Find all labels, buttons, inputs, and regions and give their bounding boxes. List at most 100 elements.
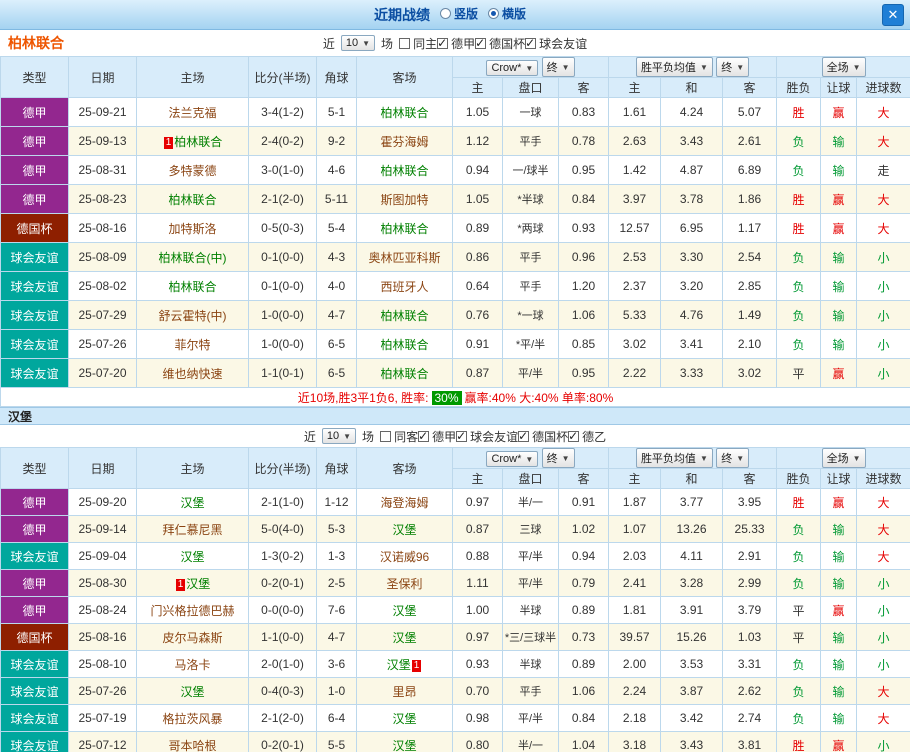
result-cell: 负 <box>776 126 822 156</box>
filter-checkbox[interactable]: 德甲 <box>437 35 475 52</box>
away-team-name[interactable]: 柏林联合 <box>380 106 428 120</box>
home-team-cell: 汉堡 <box>136 677 249 705</box>
goals-result-cell: 走 <box>856 155 910 185</box>
match-count-select[interactable]: 10 ▼ <box>340 35 376 51</box>
eu-home-odds: 2.53 <box>608 242 662 272</box>
filter-checkbox[interactable]: 球会友谊 <box>456 428 518 445</box>
home-team-name[interactable]: 汉堡 <box>180 496 204 510</box>
away-team-name[interactable]: 汉堡 <box>392 523 416 537</box>
filter-checkbox[interactable]: 同客 <box>380 428 418 445</box>
asia-handicap: 平/半 <box>502 542 559 570</box>
away-team-name[interactable]: 汉堡 <box>387 658 411 672</box>
eu-away-odds: 3.95 <box>722 488 778 516</box>
competition-badge: 德甲 <box>0 515 69 543</box>
layout-radio[interactable]: 竖版 <box>439 5 478 22</box>
col-header-home: 主场 <box>136 447 249 489</box>
home-team-name[interactable]: 马洛卡 <box>174 658 210 672</box>
checkbox-icon <box>380 430 392 442</box>
eu-away-odds: 6.89 <box>722 155 778 185</box>
away-team-name[interactable]: 奥林匹亚科斯 <box>368 251 440 265</box>
eu-draw-odds: 3.43 <box>660 731 724 752</box>
asia-final-select[interactable]: 终 ▼ <box>541 57 575 77</box>
home-team-name[interactable]: 拜仁慕尼黑 <box>162 523 222 537</box>
eu-draw-odds: 6.95 <box>660 213 724 243</box>
match-row: 德甲 25-09-14 拜仁慕尼黑 5-0(4-0) 5-3 汉堡 0.87 三… <box>0 515 910 543</box>
filter-checkbox[interactable]: 德乙 <box>568 428 606 445</box>
away-team-name[interactable]: 汉堡 <box>392 631 416 645</box>
euro-final-select[interactable]: 终 ▼ <box>716 57 750 77</box>
bookmaker-select[interactable]: Crow* ▼ <box>486 60 539 76</box>
away-team-name[interactable]: 柏林联合 <box>380 338 428 352</box>
score-cell: 2-0(1-0) <box>248 650 317 678</box>
bookmaker-select[interactable]: Crow* ▼ <box>486 451 539 467</box>
close-button[interactable]: ✕ <box>882 4 904 26</box>
away-team-name[interactable]: 斯图加特 <box>380 193 428 207</box>
away-team-name[interactable]: 圣保利 <box>386 577 422 591</box>
asia-final-select[interactable]: 终 ▼ <box>541 448 575 468</box>
away-team-cell: 奥林匹亚科斯 <box>356 242 453 272</box>
home-team-name[interactable]: 汉堡 <box>180 685 204 699</box>
away-team-name[interactable]: 柏林联合 <box>380 222 428 236</box>
filter-checkbox[interactable]: 同主 <box>399 35 437 52</box>
home-team-cell: 拜仁慕尼黑 <box>136 515 249 543</box>
team-name-union: 柏林联合 <box>8 35 64 51</box>
away-team-name[interactable]: 柏林联合 <box>380 164 428 178</box>
asia-home-odds: 0.97 <box>452 623 503 651</box>
match-row: 德甲 25-09-21 法兰克福 3-4(1-2) 5-1 柏林联合 1.05 … <box>0 97 910 127</box>
away-team-name[interactable]: 西班牙人 <box>380 280 428 294</box>
home-team-name[interactable]: 法兰克福 <box>168 106 216 120</box>
filter-checkbox[interactable]: 德甲 <box>418 428 456 445</box>
home-team-name[interactable]: 舒云霍特(中) <box>159 309 227 323</box>
handicap-result-cell: 赢 <box>820 731 858 752</box>
away-team-name[interactable]: 柏林联合 <box>380 367 428 381</box>
home-team-name[interactable]: 柏林联合 <box>174 135 222 149</box>
home-team-name[interactable]: 柏林联合 <box>168 193 216 207</box>
euro-average-select[interactable]: 胜平负均值 ▼ <box>635 448 713 468</box>
checkbox-label: 德甲 <box>432 429 457 444</box>
checkbox-label: 同主 <box>413 36 438 51</box>
filter-checkbox[interactable]: 德国杯 <box>518 428 568 445</box>
home-team-name[interactable]: 汉堡 <box>180 550 204 564</box>
chevron-down-icon: ▼ <box>852 62 861 72</box>
home-team-name[interactable]: 哥本哈根 <box>168 739 216 752</box>
asia-away-odds: 0.89 <box>557 650 610 678</box>
home-team-name[interactable]: 格拉茨风暴 <box>162 712 222 726</box>
close-icon: ✕ <box>887 7 899 22</box>
home-team-name[interactable]: 菲尔特 <box>174 338 210 352</box>
filter-checkbox[interactable]: 德国杯 <box>475 35 525 52</box>
near-label: 近 <box>303 429 316 444</box>
match-date: 25-08-16 <box>68 623 137 651</box>
away-team-name[interactable]: 汉诺威96 <box>380 550 429 564</box>
home-team-name[interactable]: 柏林联合 <box>168 280 216 294</box>
home-team-name[interactable]: 柏林联合(中) <box>159 251 227 265</box>
away-team-name[interactable]: 霍芬海姆 <box>380 135 428 149</box>
away-team-name[interactable]: 海登海姆 <box>380 496 428 510</box>
checkbox-icon <box>418 429 430 443</box>
home-team-name[interactable]: 维也纳快速 <box>162 367 222 381</box>
asia-handicap: *两球 <box>502 213 559 243</box>
home-team-name[interactable]: 多特蒙德 <box>168 164 216 178</box>
euro-final-select[interactable]: 终 ▼ <box>716 448 750 468</box>
home-team-name[interactable]: 加特斯洛 <box>168 222 216 236</box>
goals-result-cell: 大 <box>856 542 910 570</box>
scope-select[interactable]: 全场 ▼ <box>821 57 866 77</box>
competition-badge: 德甲 <box>0 488 69 516</box>
competition-badge: 球会友谊 <box>0 300 69 330</box>
away-team-name[interactable]: 里昂 <box>392 685 416 699</box>
filter-checkbox[interactable]: 球会友谊 <box>525 35 587 52</box>
match-count-select[interactable]: 10 ▼ <box>321 428 357 444</box>
eu-away-odds: 3.31 <box>722 650 778 678</box>
away-team-name[interactable]: 汉堡 <box>392 712 416 726</box>
home-team-name[interactable]: 皮尔马森斯 <box>162 631 222 645</box>
handicap-result-cell: 输 <box>820 155 858 185</box>
home-team-name[interactable]: 汉堡 <box>186 577 210 591</box>
euro-average-select[interactable]: 胜平负均值 ▼ <box>635 57 713 77</box>
competition-badge: 球会友谊 <box>0 242 69 272</box>
away-team-name[interactable]: 汉堡 <box>392 739 416 752</box>
home-team-name[interactable]: 门兴格拉德巴赫 <box>150 604 234 618</box>
away-team-name[interactable]: 汉堡 <box>392 604 416 618</box>
scope-select[interactable]: 全场 ▼ <box>821 448 866 468</box>
layout-radio[interactable]: 横版 <box>488 5 526 22</box>
competition-badge: 德甲 <box>0 97 69 127</box>
away-team-name[interactable]: 柏林联合 <box>380 309 428 323</box>
